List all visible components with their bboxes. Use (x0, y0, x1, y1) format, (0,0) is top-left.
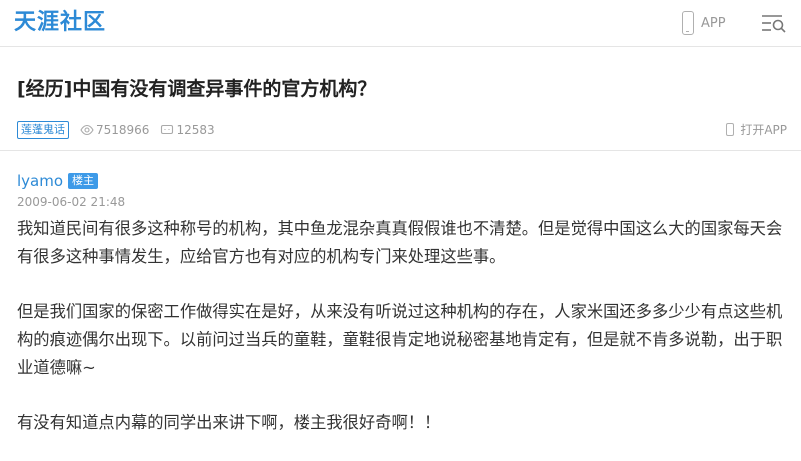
category-tag[interactable]: 莲蓬鬼话 (17, 121, 69, 139)
small-phone-icon (726, 123, 735, 136)
reply-count: 12583 (160, 123, 215, 137)
post-time: 2009-06-02 21:48 (17, 195, 126, 209)
thread-title-bar: [经历]中国有没有调查异事件的官方机构？ 莲蓬鬼话 7518966 12583 … (0, 47, 801, 151)
tianya-logo[interactable]: 天涯社区 (14, 9, 106, 37)
owner-badge: 楼主 (68, 173, 99, 189)
app-label: APP (701, 15, 726, 31)
open-app-label: 打开APP (740, 123, 787, 137)
author-name[interactable]: lyamo (17, 172, 63, 190)
thread-title: [经历]中国有没有调查异事件的官方机构？ (17, 78, 377, 100)
app-download-link[interactable]: APP (682, 11, 726, 35)
first-post: lyamo 楼主 2009-06-02 21:48 我知道民间有很多这种称号的机… (17, 171, 787, 461)
eye-icon (80, 124, 94, 136)
thread-meta: 莲蓬鬼话 7518966 12583 打开APP (17, 120, 787, 140)
view-count: 7518966 (80, 123, 149, 137)
post-paragraph: 我知道民间有很多这种称号的机构，其中鱼龙混杂真真假假谁也不清楚。但是觉得中国这么… (17, 219, 783, 266)
top-header: 天涯社区 APP (0, 0, 801, 47)
open-app-link[interactable]: 打开APP (726, 121, 787, 138)
author-row: lyamo 楼主 (17, 171, 787, 191)
post-paragraph: 但是我们国家的保密工作做得实在是好，从来没有听说过这种机构的存在，人家米国还多多… (17, 302, 783, 377)
phone-icon (682, 11, 694, 35)
menu-search-icon[interactable] (761, 12, 787, 34)
view-count-value: 7518966 (96, 123, 150, 137)
comment-icon (161, 124, 174, 135)
reply-count-value: 12583 (176, 123, 215, 137)
post-paragraph: 有没有知道点内幕的同学出来讲下啊，楼主我很好奇啊！！ (17, 413, 441, 432)
post-content: 我知道民间有很多这种称号的机构，其中鱼龙混杂真真假假谁也不清楚。但是觉得中国这么… (17, 215, 787, 437)
